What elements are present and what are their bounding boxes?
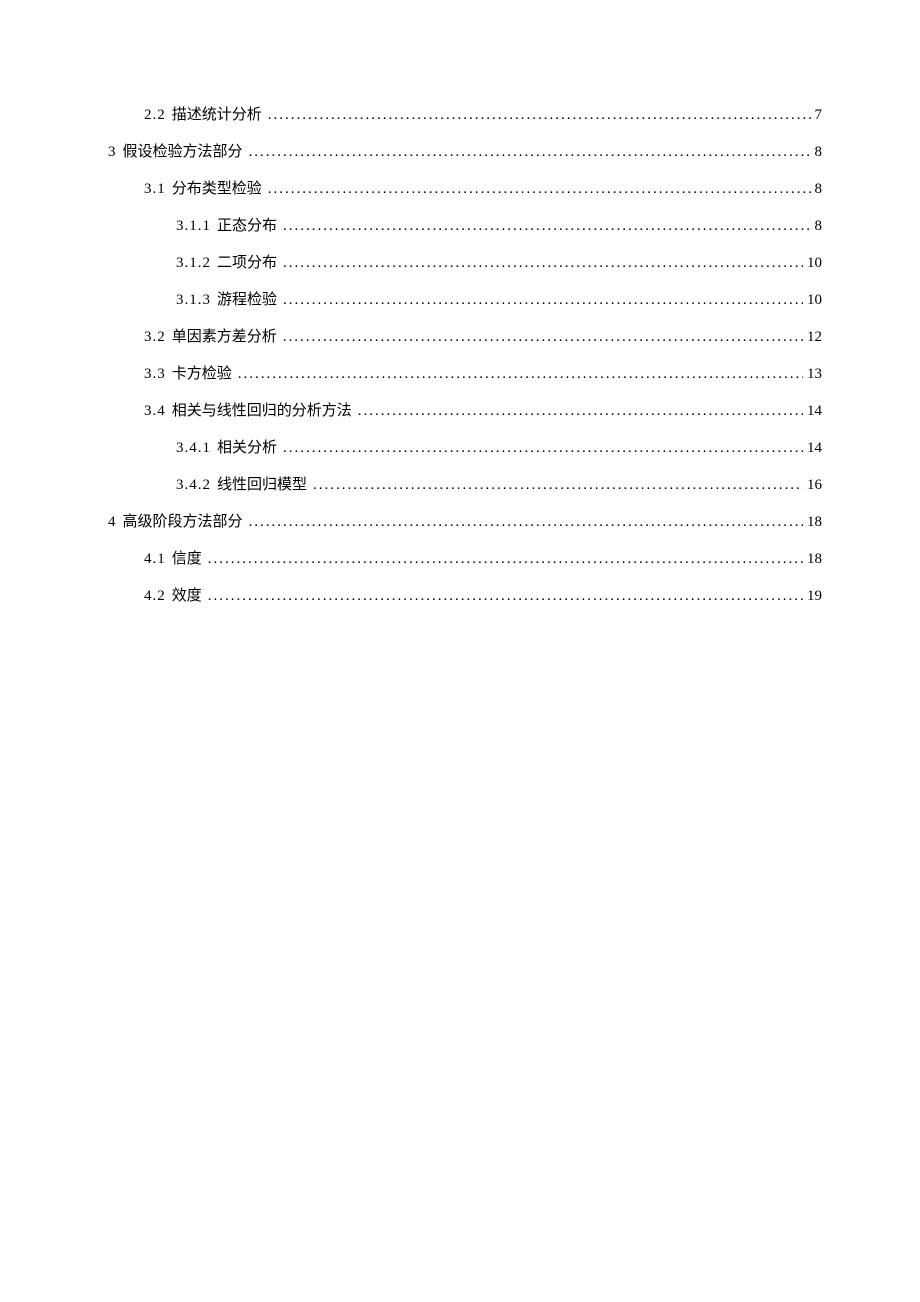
toc-leader [249,515,803,530]
toc-leader [358,404,803,419]
toc-leader [249,145,811,160]
toc-page-number: 18 [807,552,822,567]
toc-entry: 3.1 分布类型检验 8 [108,182,822,197]
toc-entry: 3.2 单因素方差分析 12 [108,330,822,345]
toc-title: 相关分析 [217,441,277,456]
toc-title: 描述统计分析 [172,108,262,123]
toc-number: 3.1.3 [176,293,211,308]
toc-entry: 3.1.2 二项分布 10 [108,256,822,271]
toc-page-number: 12 [807,330,822,345]
toc-title: 单因素方差分析 [172,330,277,345]
toc-page-number: 18 [807,515,822,530]
toc-leader [268,182,811,197]
toc-number: 3.4 [144,404,166,419]
toc-title: 效度 [172,589,202,604]
toc-leader [268,108,811,123]
toc-entry: 2.2 描述统计分析 7 [108,108,822,123]
toc-title: 游程检验 [217,293,277,308]
toc-number: 3.3 [144,367,166,382]
toc-entry: 3.4.1 相关分析 14 [108,441,822,456]
toc-leader [238,367,803,382]
toc-page-number: 13 [807,367,822,382]
toc-leader [283,441,803,456]
toc-leader [283,256,803,271]
toc-page-number: 8 [815,145,823,160]
toc-page-number: 8 [815,182,823,197]
toc-title: 假设检验方法部分 [123,145,243,160]
toc-title: 卡方检验 [172,367,232,382]
toc-title: 线性回归模型 [217,478,307,493]
toc-entry: 3.4 相关与线性回归的分析方法 14 [108,404,822,419]
toc-leader [283,330,803,345]
toc-number: 3.4.2 [176,478,211,493]
toc-leader [283,293,803,308]
toc-title: 分布类型检验 [172,182,262,197]
toc-page-number: 10 [807,293,822,308]
toc-number: 4.2 [144,589,166,604]
toc-leader [208,552,803,567]
toc-title: 信度 [172,552,202,567]
toc-page-number: 8 [815,219,823,234]
toc-number: 3.1 [144,182,166,197]
toc-number: 3.2 [144,330,166,345]
toc-page-number: 19 [807,589,822,604]
toc-number: 2.2 [144,108,166,123]
toc-page-number: 7 [815,108,823,123]
toc-title: 正态分布 [217,219,277,234]
toc-title: 相关与线性回归的分析方法 [172,404,352,419]
toc-page-number: 14 [807,441,822,456]
toc-number: 4 [108,515,117,530]
toc-entry: 3.1.1 正态分布 8 [108,219,822,234]
toc-leader [208,589,803,604]
toc-page-number: 10 [807,256,822,271]
toc-page-number: 14 [807,404,822,419]
toc-number: 3.1.1 [176,219,211,234]
toc-title: 高级阶段方法部分 [123,515,243,530]
toc-entry: 3.1.3 游程检验 10 [108,293,822,308]
toc-number: 3.4.1 [176,441,211,456]
toc-entry: 3.4.2 线性回归模型 16 [108,478,822,493]
toc-entry: 4 高级阶段方法部分 18 [108,515,822,530]
toc-title: 二项分布 [217,256,277,271]
toc-entry: 3.3 卡方检验 13 [108,367,822,382]
toc-number: 3 [108,145,117,160]
toc-number: 4.1 [144,552,166,567]
toc-entry: 4.2 效度 19 [108,589,822,604]
toc-entry: 4.1 信度 18 [108,552,822,567]
toc-entry: 3 假设检验方法部分 8 [108,145,822,160]
toc-page-number: 16 [807,478,822,493]
toc-number: 3.1.2 [176,256,211,271]
toc-page: 2.2 描述统计分析 7 3 假设检验方法部分 8 3.1 分布类型检验 8 3… [0,0,920,604]
toc-leader [313,478,803,493]
toc-leader [283,219,810,234]
